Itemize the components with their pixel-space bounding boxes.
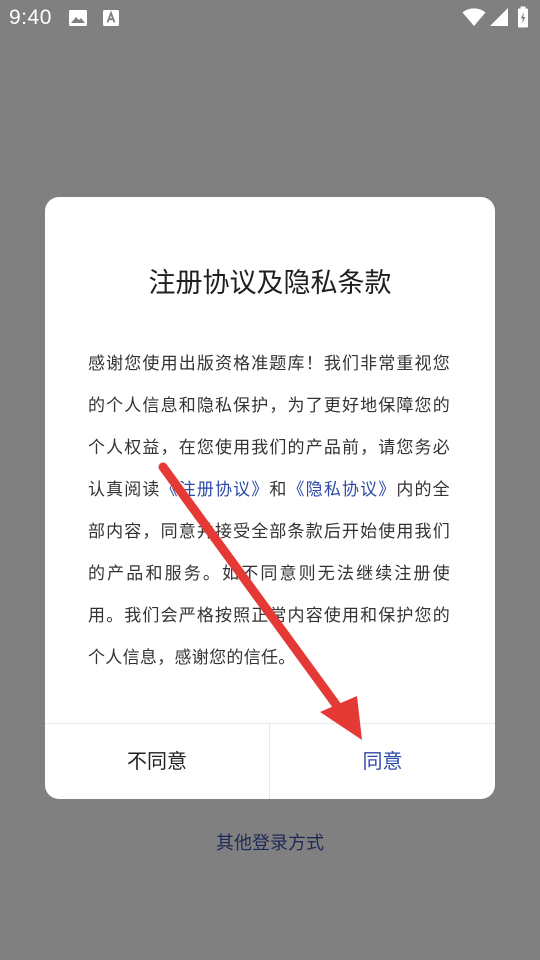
registration-agreement-link[interactable]: 《注册协议》 <box>161 480 270 500</box>
body-text-part-2: 和 <box>269 480 288 500</box>
privacy-agreement-link[interactable]: 《隐私协议》 <box>288 480 397 500</box>
cellular-signal-icon <box>490 8 508 26</box>
status-bar: 9:40 <box>0 0 540 36</box>
agree-button[interactable]: 同意 <box>270 724 495 799</box>
dialog-body-text: 感谢您使用出版资格准题库！我们非常重视您的个人信息和隐私保护，为了更好地保障您的… <box>88 343 450 679</box>
disagree-button[interactable]: 不同意 <box>45 724 269 799</box>
dialog-title: 注册协议及隐私条款 <box>148 268 392 299</box>
font-download-icon <box>103 10 119 26</box>
wifi-icon <box>462 8 486 26</box>
image-icon <box>69 10 87 26</box>
body-text-part-3: 内的全部内容，同意并接受全部条款后开始使用我们的产品和服务。如不同意则无法继续注… <box>88 480 450 668</box>
body-text-part-1: 感谢您使用出版资格准题库！我们非常重视您的个人信息和隐私保护，为了更好地保障您的… <box>88 354 450 500</box>
status-time: 9:40 <box>9 6 52 29</box>
battery-icon <box>518 6 528 28</box>
other-login-link[interactable]: 其他登录方式 <box>0 828 540 860</box>
